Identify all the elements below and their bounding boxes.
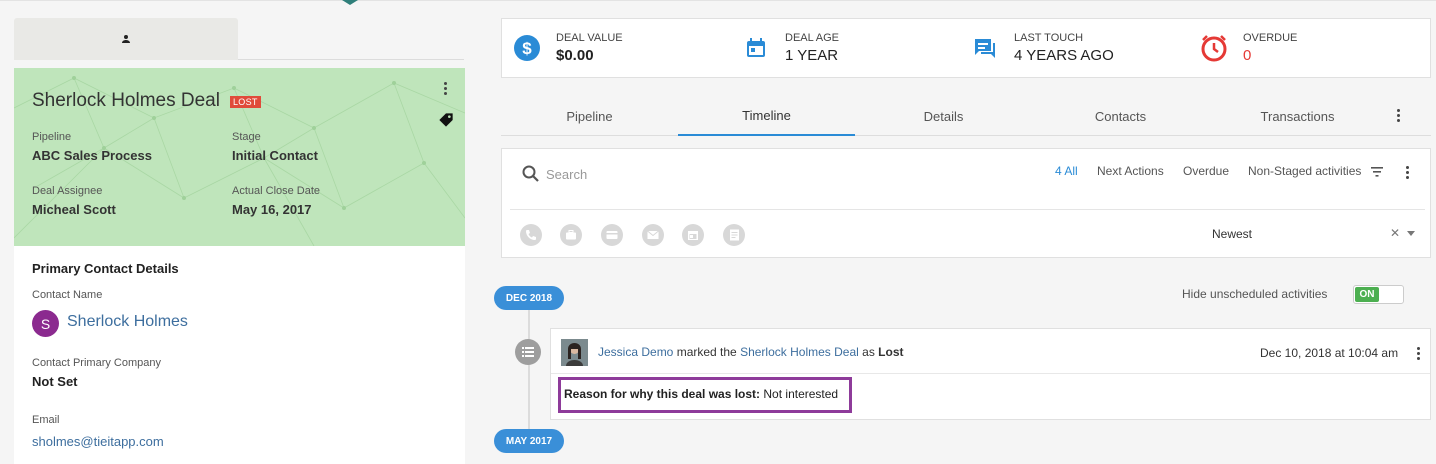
tab-bar: Pipeline Timeline Details Contacts Trans… (501, 96, 1431, 136)
entry-menu-icon[interactable] (1417, 347, 1420, 360)
stat-value: 0 (1243, 47, 1252, 64)
stage-label: Stage (232, 131, 261, 143)
tag-icon[interactable] (438, 112, 454, 128)
company-label: Contact Primary Company (32, 357, 161, 369)
mail-icon[interactable] (642, 224, 664, 246)
email-link[interactable]: sholmes@tieitapp.com (32, 434, 164, 449)
sort-select[interactable]: Newest (1212, 227, 1252, 241)
calendar-icon[interactable] (682, 224, 704, 246)
phone-icon[interactable] (520, 224, 542, 246)
assignee-label: Deal Assignee (32, 185, 103, 197)
search-input[interactable] (546, 164, 906, 184)
status-text: Lost (878, 345, 904, 359)
alarm-icon (1199, 33, 1229, 63)
assignee-value: Micheal Scott (32, 202, 116, 217)
card-icon[interactable] (601, 224, 623, 246)
stat-value: $0.00 (556, 47, 594, 64)
briefcase-icon[interactable] (560, 224, 582, 246)
user-avatar (561, 339, 588, 366)
contact-name-link[interactable]: Sherlock Holmes (67, 313, 188, 331)
svg-text:$: $ (522, 39, 532, 58)
timeline-entry: Jessica Demo marked the Sherlock Holmes … (550, 328, 1431, 420)
stat-label: LAST TOUCH (1014, 32, 1084, 44)
section-title: Primary Contact Details (32, 261, 179, 276)
clear-icon[interactable]: ✕ (1390, 226, 1400, 240)
deal-link[interactable]: Sherlock Holmes Deal (740, 345, 859, 359)
reason-highlight: Reason for why this deal was lost: Not i… (558, 377, 852, 413)
email-label: Email (32, 414, 60, 426)
tab-transactions[interactable]: Transactions (1209, 96, 1386, 136)
activity-filter-card: 4 All Next Actions Overdue Non-Staged ac… (501, 148, 1431, 258)
pipeline-value: ABC Sales Process (32, 148, 152, 163)
filter-all[interactable]: 4 All (1055, 164, 1078, 178)
chat-icon (970, 33, 1000, 63)
stat-label: OVERDUE (1243, 32, 1298, 44)
dollar-icon: $ (512, 33, 542, 63)
calendar-icon (741, 33, 771, 63)
reason-value: Not interested (763, 387, 839, 401)
profile-tab[interactable] (14, 18, 238, 60)
toggle-state: ON (1355, 287, 1379, 302)
chevron-down-icon[interactable] (1407, 231, 1415, 236)
stat-last-touch: LAST TOUCH 4 YEARS AGO (970, 19, 1114, 77)
close-date-label: Actual Close Date (232, 185, 321, 197)
tab-pipeline[interactable]: Pipeline (501, 96, 678, 136)
divider (551, 373, 1430, 374)
note-icon[interactable] (723, 224, 745, 246)
tab-underline (238, 59, 464, 60)
reason-label: Reason for why this deal was lost: (564, 387, 761, 401)
action-text: marked the (676, 345, 737, 359)
divider (510, 209, 1425, 210)
entry-summary: Jessica Demo marked the Sherlock Holmes … (598, 345, 904, 359)
tab-details[interactable]: Details (855, 96, 1032, 136)
top-indicator (342, 0, 358, 5)
timeline-line (528, 310, 530, 430)
stat-deal-age: DEAL AGE 1 YEAR (741, 19, 839, 77)
pipeline-label: Pipeline (32, 131, 72, 143)
stat-overdue: OVERDUE 0 (1199, 19, 1297, 77)
hide-unscheduled-toggle[interactable]: ON (1353, 285, 1404, 304)
stat-value: 1 YEAR (785, 47, 839, 64)
tab-timeline[interactable]: Timeline (678, 96, 855, 136)
stats-bar: $ DEAL VALUE $0.00 DEAL AGE 1 YEAR LAST TO… (501, 18, 1431, 78)
deal-card: Sherlock Holmes Deal LOST Pipeline ABC S… (14, 68, 465, 246)
list-icon (515, 339, 541, 365)
date-group-label: MAY 2017 (494, 429, 564, 453)
stat-value: 4 YEARS AGO (1014, 47, 1114, 64)
company-value: Not Set (32, 374, 78, 389)
close-date-value: May 16, 2017 (232, 202, 312, 217)
contact-panel: Primary Contact Details Contact Name S S… (14, 246, 465, 464)
filter-next-actions[interactable]: Next Actions (1097, 164, 1164, 178)
stat-deal-value: $ DEAL VALUE $0.00 (512, 19, 623, 77)
stat-label: DEAL AGE (785, 32, 840, 44)
as-text: as (862, 345, 875, 359)
status-badge: LOST (230, 96, 261, 108)
hide-unscheduled-label: Hide unscheduled activities (1182, 287, 1328, 301)
entry-timestamp: Dec 10, 2018 at 10:04 am (1260, 346, 1399, 360)
filter-icon[interactable] (1371, 167, 1383, 177)
tabs-more-icon[interactable] (1397, 109, 1400, 122)
search-icon (522, 165, 539, 182)
contact-name-label: Contact Name (32, 289, 103, 301)
deal-menu-icon[interactable] (444, 82, 447, 95)
stat-label: DEAL VALUE (556, 32, 623, 44)
stage-value: Initial Contact (232, 148, 318, 163)
person-icon (122, 35, 130, 43)
date-group-label: DEC 2018 (494, 286, 564, 310)
tab-contacts[interactable]: Contacts (1032, 96, 1209, 136)
filter-non-staged[interactable]: Non-Staged activities (1248, 164, 1361, 178)
avatar: S (32, 310, 59, 337)
user-link[interactable]: Jessica Demo (598, 345, 673, 359)
top-border (0, 0, 1436, 1)
deal-title: Sherlock Holmes Deal (32, 90, 220, 111)
filter-overdue[interactable]: Overdue (1183, 164, 1229, 178)
filter-more-icon[interactable] (1406, 166, 1409, 179)
